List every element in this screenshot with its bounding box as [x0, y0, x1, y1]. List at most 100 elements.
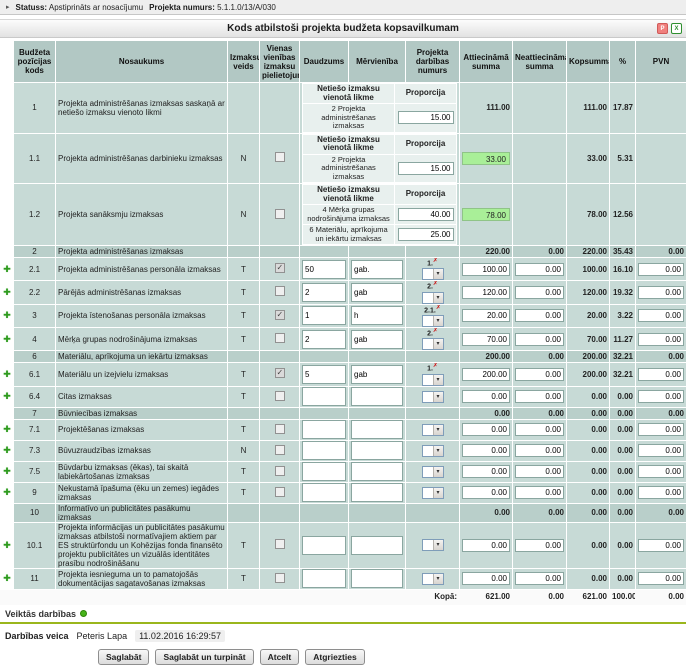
unit-input[interactable]: [351, 536, 403, 555]
attiecinama-input[interactable]: [462, 486, 510, 499]
add-row-icon[interactable]: ✚: [3, 445, 11, 455]
add-row-icon[interactable]: ✚: [3, 264, 11, 274]
proportion-input[interactable]: [398, 111, 454, 124]
pvn-input[interactable]: [638, 486, 684, 499]
neattiecinama-input[interactable]: [515, 444, 564, 457]
proportion-input[interactable]: [398, 162, 454, 175]
remove-action-icon[interactable]: ✗: [433, 363, 438, 369]
expand-arrow-icon[interactable]: ▸: [6, 3, 10, 11]
add-row-icon[interactable]: ✚: [3, 369, 11, 379]
neattiecinama-input[interactable]: [515, 486, 564, 499]
unit-cost-checkbox[interactable]: [275, 286, 285, 296]
action-number-select[interactable]: ▾: [422, 424, 444, 436]
unit-input[interactable]: [351, 306, 403, 325]
unit-input[interactable]: [351, 387, 403, 406]
pvn-input[interactable]: [638, 263, 684, 276]
unit-cost-checkbox[interactable]: [275, 152, 285, 162]
unit-cost-checkbox[interactable]: [275, 539, 285, 549]
attiecinama-input[interactable]: [462, 572, 510, 585]
remove-action-icon[interactable]: ✗: [433, 328, 438, 334]
pvn-input[interactable]: [638, 390, 684, 403]
neattiecinama-input[interactable]: [515, 539, 564, 552]
cancel-button[interactable]: Atcelt: [260, 649, 300, 665]
back-button[interactable]: Atgriezties: [305, 649, 364, 665]
quantity-input[interactable]: [302, 330, 346, 349]
action-number-select[interactable]: ▾: [422, 268, 444, 280]
add-row-icon[interactable]: ✚: [3, 391, 11, 401]
attiecinama-input[interactable]: [462, 368, 510, 381]
add-row-icon[interactable]: ✚: [3, 540, 11, 550]
unit-cost-checkbox[interactable]: [275, 573, 285, 583]
add-row-icon[interactable]: ✚: [3, 287, 11, 297]
excel-export-icon[interactable]: X: [671, 23, 682, 34]
unit-cost-checkbox[interactable]: [275, 333, 285, 343]
neattiecinama-input[interactable]: [515, 286, 564, 299]
action-number-select[interactable]: ▾: [422, 315, 444, 327]
action-number-select[interactable]: ▾: [422, 466, 444, 478]
add-row-icon[interactable]: ✚: [3, 310, 11, 320]
pvn-input[interactable]: [638, 572, 684, 585]
pdf-export-icon[interactable]: P: [657, 23, 668, 34]
unit-cost-checkbox[interactable]: [275, 466, 285, 476]
unit-input[interactable]: [351, 483, 403, 502]
remove-action-icon[interactable]: ✗: [436, 305, 441, 311]
quantity-input[interactable]: [302, 483, 346, 502]
action-number-select[interactable]: ▾: [422, 445, 444, 457]
pvn-input[interactable]: [638, 539, 684, 552]
neattiecinama-input[interactable]: [515, 333, 564, 346]
attiecinama-input[interactable]: [462, 465, 510, 478]
neattiecinama-input[interactable]: [515, 309, 564, 322]
pvn-input[interactable]: [638, 423, 684, 436]
neattiecinama-input[interactable]: [515, 572, 564, 585]
proportion-input[interactable]: [398, 228, 454, 241]
unit-cost-checkbox[interactable]: [275, 263, 285, 273]
pvn-input[interactable]: [638, 465, 684, 478]
unit-input[interactable]: [351, 462, 403, 481]
unit-cost-checkbox[interactable]: [275, 391, 285, 401]
attiecinama-input[interactable]: [462, 444, 510, 457]
remove-action-icon[interactable]: ✗: [433, 281, 438, 287]
action-number-select[interactable]: ▾: [422, 374, 444, 386]
quantity-input[interactable]: [302, 441, 346, 460]
action-number-select[interactable]: ▾: [422, 573, 444, 585]
save-continue-button[interactable]: Saglabāt un turpināt: [155, 649, 253, 665]
quantity-input[interactable]: [302, 420, 346, 439]
unit-cost-checkbox[interactable]: [275, 310, 285, 320]
quantity-input[interactable]: [302, 306, 346, 325]
unit-input[interactable]: [351, 365, 403, 384]
quantity-input[interactable]: [302, 365, 346, 384]
pvn-input[interactable]: [638, 309, 684, 322]
action-number-select[interactable]: ▾: [422, 338, 444, 350]
neattiecinama-input[interactable]: [515, 263, 564, 276]
pvn-input[interactable]: [638, 286, 684, 299]
unit-input[interactable]: [351, 330, 403, 349]
attiecinama-input[interactable]: [462, 333, 510, 346]
neattiecinama-input[interactable]: [515, 368, 564, 381]
pvn-input[interactable]: [638, 368, 684, 381]
unit-input[interactable]: [351, 283, 403, 302]
add-row-icon[interactable]: ✚: [3, 573, 11, 583]
unit-input[interactable]: [351, 441, 403, 460]
add-row-icon[interactable]: ✚: [3, 424, 11, 434]
quantity-input[interactable]: [302, 536, 346, 555]
action-number-select[interactable]: ▾: [422, 292, 444, 304]
attiecinama-input[interactable]: [462, 309, 510, 322]
quantity-input[interactable]: [302, 462, 346, 481]
neattiecinama-input[interactable]: [515, 390, 564, 403]
unit-input[interactable]: [351, 260, 403, 279]
pvn-input[interactable]: [638, 444, 684, 457]
attiecinama-input[interactable]: [462, 539, 510, 552]
attiecinama-input[interactable]: [462, 263, 510, 276]
action-number-select[interactable]: ▾: [422, 539, 444, 551]
neattiecinama-input[interactable]: [515, 465, 564, 478]
quantity-input[interactable]: [302, 283, 346, 302]
quantity-input[interactable]: [302, 260, 346, 279]
remove-action-icon[interactable]: ✗: [433, 258, 438, 264]
unit-cost-checkbox[interactable]: [275, 368, 285, 378]
unit-cost-checkbox[interactable]: [275, 487, 285, 497]
unit-input[interactable]: [351, 569, 403, 588]
unit-cost-checkbox[interactable]: [275, 209, 285, 219]
info-icon[interactable]: [80, 610, 87, 617]
save-button[interactable]: Saglabāt: [98, 649, 149, 665]
proportion-input[interactable]: [398, 208, 454, 221]
